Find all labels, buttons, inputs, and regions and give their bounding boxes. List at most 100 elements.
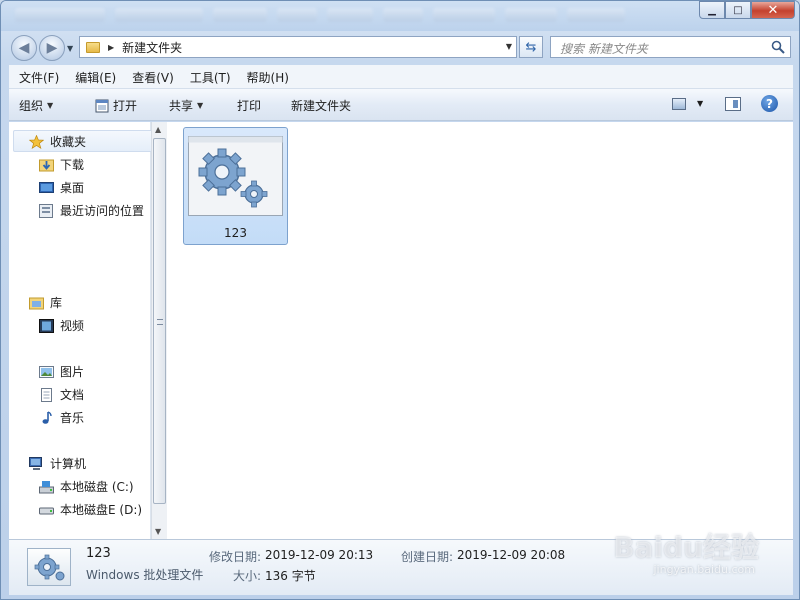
file-item[interactable]: 123 — [183, 127, 288, 245]
size-label: 大小: — [233, 569, 262, 583]
system-drive-icon — [39, 480, 54, 493]
print-button[interactable]: 打印 — [237, 97, 261, 114]
nav-label: 本地磁盘 (C:) — [60, 480, 134, 494]
minimize-button[interactable]: ▁ — [699, 1, 725, 19]
menu-tools[interactable]: 工具(T) — [182, 67, 239, 87]
music-note-icon — [42, 410, 52, 424]
menu-view[interactable]: 查看(V) — [124, 67, 182, 87]
menu-edit[interactable]: 编辑(E) — [67, 67, 124, 87]
refresh-button[interactable]: ⇆ — [519, 36, 543, 58]
document-icon — [41, 387, 52, 402]
nav-recent-places[interactable]: 最近访问的位置 — [39, 202, 144, 219]
nav-label: 库 — [50, 296, 63, 310]
command-bar: 组织 ▼ 打开 共享 ▼ 打印 新建文件夹 ▼ ? — [9, 89, 793, 121]
maximize-button[interactable]: □ — [725, 1, 751, 19]
chevron-down-icon: ▼ — [47, 101, 54, 110]
nav-drive-d[interactable]: 本地磁盘E (D:) — [39, 501, 142, 518]
scroll-thumb[interactable] — [153, 138, 166, 504]
blurred-taskbar-items — [15, 8, 625, 24]
nav-pictures[interactable]: 图片 — [39, 363, 84, 380]
search-placeholder: 搜索 新建文件夹 — [560, 42, 648, 56]
nav-label: 下载 — [60, 158, 85, 172]
back-button[interactable]: ◀ — [11, 35, 37, 61]
batch-file-gear-icon — [188, 136, 283, 216]
open-window-icon — [95, 99, 109, 112]
print-label: 打印 — [237, 99, 262, 113]
scroll-down-arrow-icon[interactable]: ▼ — [155, 527, 161, 536]
title-bar: ▁ □ ✕ — [1, 1, 799, 31]
batch-file-gear-icon — [34, 554, 65, 581]
recent-pages-dropdown[interactable]: ▼ — [67, 44, 73, 53]
recent-places-icon — [39, 203, 53, 218]
arrow-left-icon: ◀ — [18, 40, 30, 56]
search-input[interactable]: 搜索 新建文件夹 — [550, 36, 791, 58]
nav-label: 图片 — [60, 365, 85, 379]
new-folder-label: 新建文件夹 — [291, 99, 352, 113]
organize-button[interactable]: 组织 ▼ — [19, 97, 53, 114]
modified-date-label: 修改日期: — [209, 550, 262, 564]
folder-icon — [86, 41, 100, 53]
library-icon — [29, 297, 44, 309]
nav-drive-c[interactable]: 本地磁盘 (C:) — [39, 478, 134, 495]
share-button[interactable]: 共享 ▼ — [169, 97, 203, 114]
chevron-down-icon: ▼ — [197, 101, 204, 110]
nav-videos[interactable]: 视频 — [39, 317, 84, 334]
address-row: ◀ ▶ ▼ ▶ 新建文件夹 ▼ ⇆ 搜索 新建文件夹 — [1, 31, 799, 63]
navigation-pane: 收藏夹 下载 桌面 最近访问的位置 库 视频 图片 文档 音乐 计算机 本地磁盘… — [9, 122, 153, 539]
preview-pane-icon[interactable] — [725, 97, 741, 111]
scroll-grip-icon — [157, 319, 163, 325]
star-icon — [29, 134, 44, 149]
nav-music[interactable]: 音乐 — [39, 409, 84, 426]
nav-favorites[interactable]: 收藏夹 — [29, 133, 86, 150]
picture-icon — [39, 365, 54, 378]
nav-label: 本地磁盘E (D:) — [60, 503, 143, 517]
close-button[interactable]: ✕ — [751, 1, 795, 19]
new-folder-button[interactable]: 新建文件夹 — [291, 97, 351, 114]
menu-file[interactable]: 文件(F) — [11, 67, 67, 87]
details-file-name: 123 — [86, 546, 111, 561]
nav-label: 计算机 — [50, 457, 87, 471]
arrow-right-icon: ▶ — [46, 40, 58, 56]
size-value: 136 字节 — [265, 569, 316, 583]
organize-label: 组织 — [19, 99, 44, 113]
nav-downloads[interactable]: 下载 — [39, 156, 84, 173]
nav-label: 桌面 — [60, 181, 85, 195]
modified-date-value: 2019-12-09 20:13 — [265, 548, 374, 562]
help-icon[interactable]: ? — [761, 95, 778, 112]
caption-buttons: ▁ □ ✕ — [699, 1, 795, 19]
created-date-value: 2019-12-09 20:08 — [457, 548, 566, 562]
nav-label: 视频 — [60, 319, 85, 333]
file-name: 123 — [224, 226, 247, 240]
menu-help[interactable]: 帮助(H) — [239, 67, 297, 87]
nav-libraries[interactable]: 库 — [29, 294, 62, 311]
nav-label: 收藏夹 — [50, 135, 87, 149]
nav-label: 最近访问的位置 — [60, 204, 145, 218]
nav-label: 音乐 — [60, 411, 85, 425]
breadcrumb-current[interactable]: 新建文件夹 — [122, 39, 182, 56]
nav-computer[interactable]: 计算机 — [29, 455, 86, 472]
share-label: 共享 — [169, 99, 194, 113]
address-dropdown[interactable]: ▼ — [506, 42, 512, 51]
nav-scrollbar[interactable]: ▲ ▼ — [151, 122, 167, 539]
address-bar[interactable]: ▶ 新建文件夹 ▼ — [79, 36, 517, 58]
open-button[interactable]: 打开 — [95, 97, 137, 114]
hard-drive-icon — [39, 507, 54, 514]
nav-desktop[interactable]: 桌面 — [39, 179, 84, 196]
download-folder-icon — [39, 159, 54, 171]
desktop-icon — [39, 181, 54, 193]
breadcrumb-chevron-icon[interactable]: ▶ — [108, 43, 114, 52]
search-icon[interactable] — [771, 40, 785, 54]
watermark-url: jingyan.baidu.com — [653, 563, 755, 576]
file-list[interactable]: 123 — [167, 122, 793, 539]
menu-bar: 文件(F) 编辑(E) 查看(V) 工具(T) 帮助(H) — [11, 67, 791, 87]
computer-icon — [29, 456, 42, 470]
open-label: 打开 — [113, 99, 138, 113]
watermark-logo: Baidu经验 — [613, 531, 759, 564]
scroll-up-arrow-icon[interactable]: ▲ — [155, 125, 161, 134]
video-icon — [39, 318, 54, 333]
nav-documents[interactable]: 文档 — [39, 386, 84, 403]
nav-label: 文档 — [60, 388, 85, 402]
change-view-icon[interactable] — [672, 98, 686, 110]
view-options-dropdown[interactable]: ▼ — [697, 99, 703, 108]
forward-button[interactable]: ▶ — [39, 35, 65, 61]
